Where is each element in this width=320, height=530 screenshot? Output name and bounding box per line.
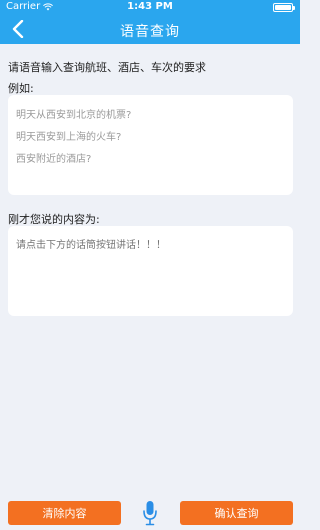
nav-bar: 语音查询 (0, 14, 300, 44)
said-label: 刚才您说的内容为: (8, 213, 100, 226)
speech-result-field[interactable] (8, 226, 293, 316)
voice-query-screen: Carrier 1:43 PM 语音查询 请语音输入查询航班、酒店、车次的要求 (0, 0, 300, 530)
example-item: 明天西安到上海的火车? (16, 132, 122, 143)
mic-button[interactable] (140, 498, 160, 528)
battery-icon (273, 3, 295, 12)
clock: 1:43 PM (127, 1, 173, 12)
example-item: 明天从西安到北京的机票? (16, 110, 132, 121)
microphone-icon (143, 501, 157, 526)
status-bar: Carrier 1:43 PM (0, 0, 300, 14)
bottom-toolbar: 清除内容 确认查询 (0, 498, 300, 530)
clear-button[interactable]: 清除内容 (8, 501, 121, 525)
example-item: 西安附近的酒店? (16, 154, 92, 165)
instruction-text: 请语音输入查询航班、酒店、车次的要求 (8, 61, 206, 74)
header: Carrier 1:43 PM 语音查询 (0, 0, 300, 44)
example-label: 例如: (8, 82, 34, 95)
page-title: 语音查询 (120, 24, 180, 40)
confirm-query-button[interactable]: 确认查询 (180, 501, 293, 525)
example-box: 明天从西安到北京的机票? 明天西安到上海的火车? 西安附近的酒店? (8, 95, 293, 195)
